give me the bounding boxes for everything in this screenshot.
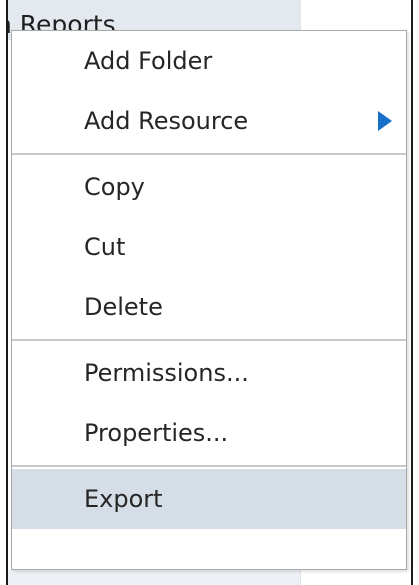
menu-item-add-folder[interactable]: Add Folder xyxy=(12,31,406,91)
menu-item-label: Add Resource xyxy=(84,107,249,135)
menu-item-label: Properties... xyxy=(84,419,229,447)
menu-separator xyxy=(12,465,406,467)
menu-item-copy[interactable]: Copy xyxy=(12,157,406,217)
menu-item-label: Copy xyxy=(84,173,145,201)
screenshot-frame: n Reports Add Folder Add Resource Copy C… xyxy=(6,0,413,585)
menu-item-permissions[interactable]: Permissions... xyxy=(12,343,406,403)
context-menu: Add Folder Add Resource Copy Cut Delete … xyxy=(11,30,407,570)
menu-item-cut[interactable]: Cut xyxy=(12,217,406,277)
menu-item-label: Permissions... xyxy=(84,359,249,387)
menu-item-label: Delete xyxy=(84,293,163,321)
menu-separator xyxy=(12,339,406,341)
tree-panel-bottom xyxy=(8,570,300,585)
menu-item-delete[interactable]: Delete xyxy=(12,277,406,337)
menu-item-export[interactable]: Export xyxy=(12,469,406,529)
menu-item-label: Add Folder xyxy=(84,47,213,75)
menu-item-label: Cut xyxy=(84,233,126,261)
menu-separator xyxy=(12,153,406,155)
menu-item-properties[interactable]: Properties... xyxy=(12,403,406,463)
submenu-arrow-icon xyxy=(378,111,392,131)
menu-item-add-resource[interactable]: Add Resource xyxy=(12,91,406,151)
menu-item-label: Export xyxy=(84,485,163,513)
